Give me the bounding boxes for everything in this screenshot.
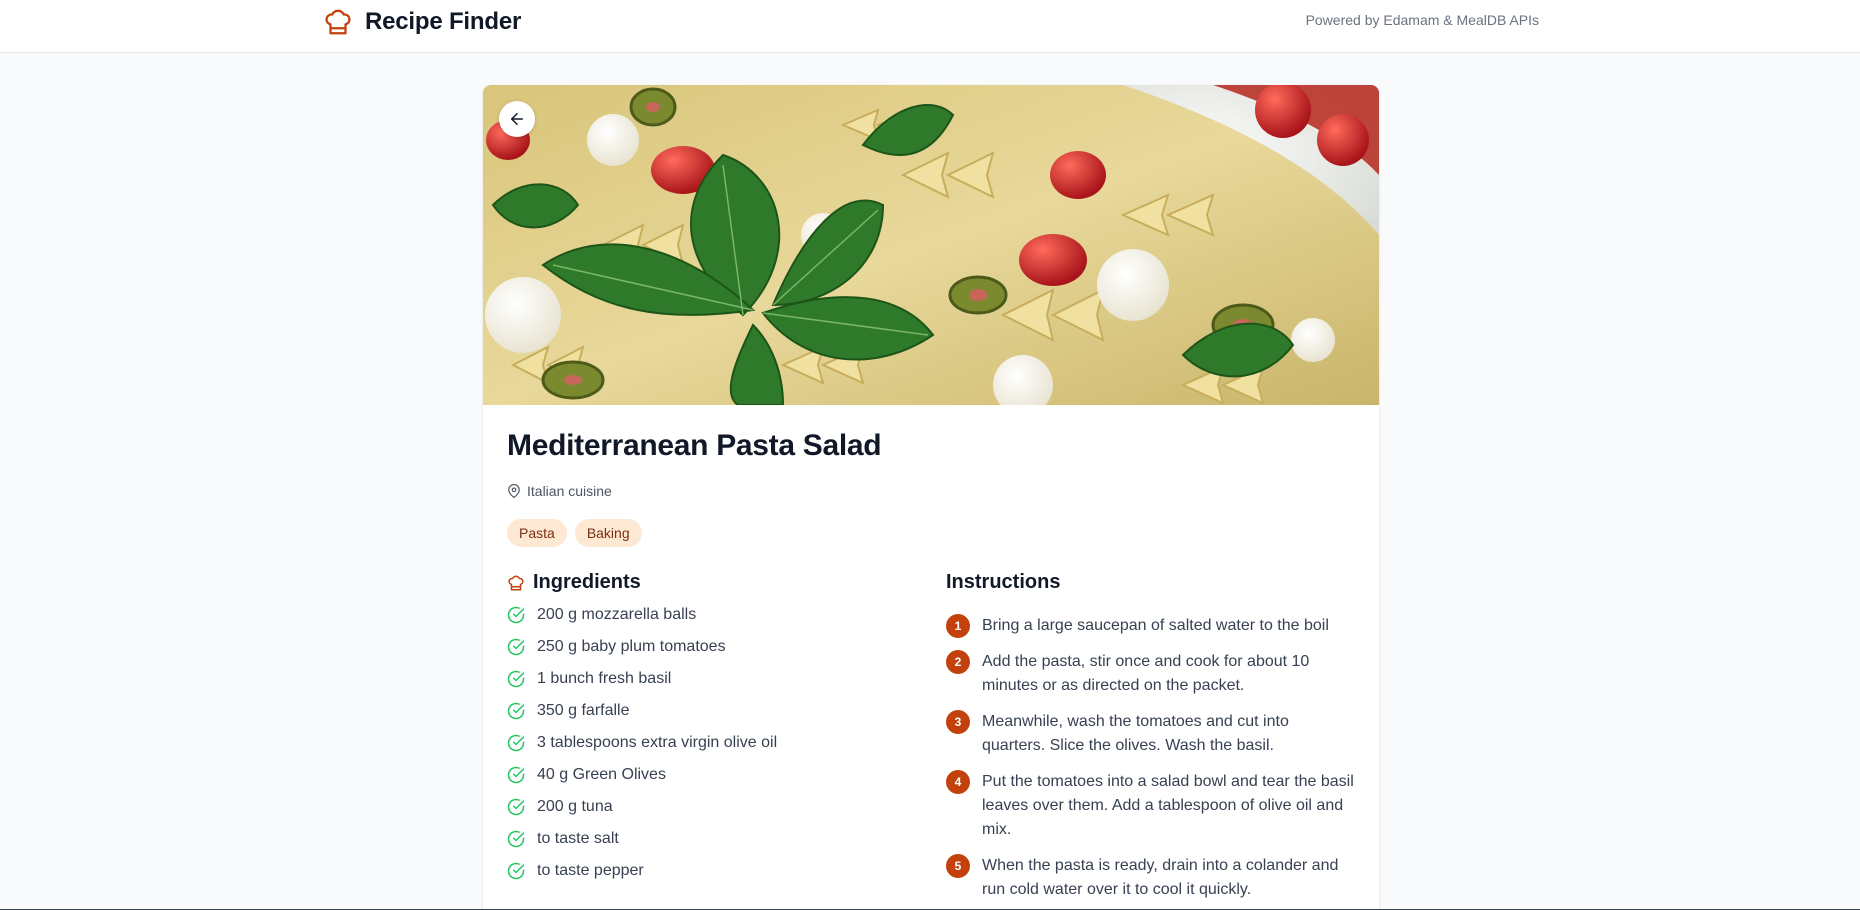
tag-baking[interactable]: Baking [574,519,642,547]
check-circle-icon [507,862,525,880]
step-number-badge: 1 [946,614,970,638]
ingredient-text: 200 g mozzarella balls [537,606,697,623]
step-number-badge: 3 [946,710,970,734]
instructions-heading-text: Instructions [946,571,1061,593]
instruction-step: 5 When the pasta is ready, drain into a c… [946,854,1356,902]
chef-hat-icon [508,575,524,590]
step-text: Add the pasta, stir once and cook for ab… [982,653,1310,694]
check-circle-icon [507,638,525,656]
instruction-step: 2 Add the pasta, stir once and cook for a… [946,650,1356,698]
ingredient-text: 200 g tuna [537,798,613,815]
cuisine-text: Italian cuisine [527,483,612,499]
check-circle-icon [507,606,525,624]
check-circle-icon [507,670,525,688]
ingredient-item: 250 g baby plum tomatoes [507,631,777,663]
map-pin-icon [508,484,520,498]
ingredient-text: to taste pepper [537,862,644,879]
ingredient-item: 200 g mozzarella balls [507,599,777,631]
check-circle-icon [507,734,525,752]
instruction-step: 3 Meanwhile, wash the tomatoes and cut in… [946,710,1356,758]
ingredient-item: to taste salt [507,823,777,855]
ingredient-text: 350 g farfalle [537,702,630,719]
step-text: When the pasta is ready, drain into a co… [982,857,1339,898]
chef-hat-icon [325,9,351,35]
step-text: Put the tomatoes into a salad bowl and t… [982,773,1354,838]
ingredients-heading-text: Ingredients [533,571,641,593]
step-number-badge: 4 [946,770,970,794]
back-button[interactable] [499,101,535,137]
ingredient-item: 200 g tuna [507,791,777,823]
ingredient-text: to taste salt [537,830,619,847]
ingredient-text: 1 bunch fresh basil [537,670,672,687]
ingredient-item: 3 tablespoons extra virgin olive oil [507,727,777,759]
check-circle-icon [507,766,525,784]
app-title: Recipe Finder [365,8,522,35]
check-circle-icon [507,798,525,816]
ingredients-list: 200 g mozzarella balls 250 g baby plum to… [507,599,777,887]
cuisine-label: Italian cuisine [507,483,612,499]
ingredient-text: 250 g baby plum tomatoes [537,638,726,655]
step-text: Meanwhile, wash the tomatoes and cut int… [982,713,1289,754]
instructions-heading: Instructions [946,571,1060,594]
ingredient-item: 1 bunch fresh basil [507,663,777,695]
recipe-card: Mediterranean Pasta Salad Italian cuisin… [483,85,1379,910]
instructions-list: 1 Bring a large saucepan of salted water … [946,614,1356,910]
ingredients-heading: Ingredients [507,571,641,594]
step-text: Bring a large saucepan of salted water t… [982,617,1329,634]
brand[interactable]: Recipe Finder [323,6,521,38]
recipe-hero-image [483,85,1379,405]
ingredient-item: to taste pepper [507,855,777,887]
check-circle-icon [507,702,525,720]
tag-pasta[interactable]: Pasta [507,519,567,547]
arrow-left-icon [511,113,523,125]
step-number-badge: 2 [946,650,970,674]
instruction-step: 4 Put the tomatoes into a salad bowl and … [946,770,1356,842]
ingredient-item: 350 g farfalle [507,695,777,727]
recipe-title: Mediterranean Pasta Salad [507,429,882,462]
powered-by-text: Powered by Edamam & MealDB APIs [1305,12,1539,28]
ingredient-text: 3 tablespoons extra virgin olive oil [537,734,778,751]
ingredient-item: 40 g Green Olives [507,759,777,791]
ingredient-text: 40 g Green Olives [537,766,666,783]
instruction-step: 1 Bring a large saucepan of salted water … [946,614,1356,638]
recipe-tags: Pasta Baking [507,519,642,547]
top-navigation-bar: Recipe Finder Powered by Edamam & MealDB… [0,0,1860,53]
check-circle-icon [507,830,525,848]
step-number-badge: 5 [946,854,970,878]
